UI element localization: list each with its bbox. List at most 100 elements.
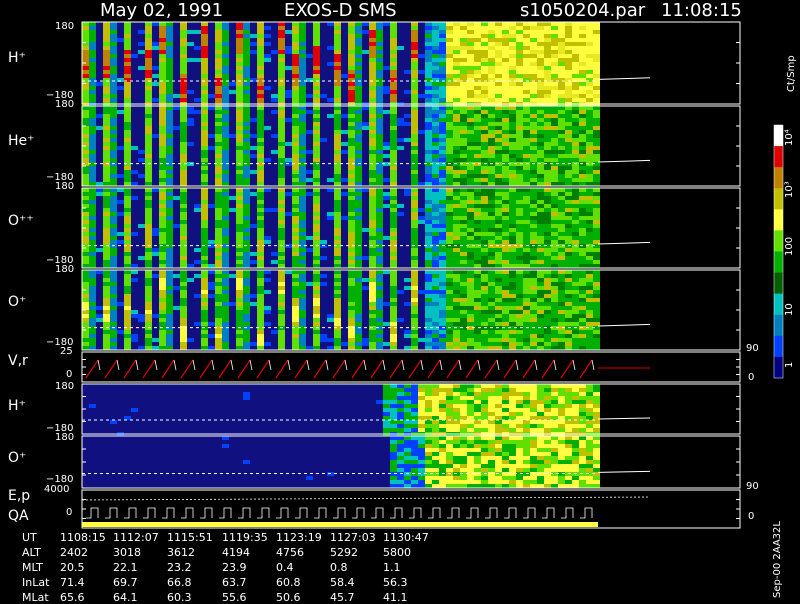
spectrogram-cell	[418, 142, 425, 146]
spectrogram-cell	[418, 146, 425, 150]
spectrogram-cell	[404, 200, 411, 204]
spectrogram-cell	[117, 158, 124, 162]
spectrogram-cell	[509, 146, 516, 150]
spectrogram-cell	[369, 118, 376, 122]
spectrogram-cell	[236, 298, 243, 302]
spectrogram-cell	[474, 46, 481, 50]
spectrogram-cell	[425, 236, 432, 240]
spectrogram-cell	[474, 240, 481, 244]
spectrogram-cell	[481, 224, 488, 228]
spectrogram-cell	[194, 94, 201, 98]
spectrogram-cell	[502, 252, 509, 256]
spectrogram-cell	[481, 66, 488, 70]
spectrogram-cell	[537, 34, 544, 38]
spectrogram-cell	[117, 338, 124, 342]
spectrogram-cell	[453, 86, 460, 90]
spectrogram-cell	[173, 196, 180, 200]
spectrogram-cell	[243, 30, 250, 34]
spectrogram-cell	[572, 22, 579, 26]
spectrogram-cell	[460, 256, 467, 260]
spectrogram-cell	[313, 110, 320, 114]
spectrogram-cell	[145, 208, 152, 212]
spectrogram-cell	[516, 26, 523, 30]
spectrogram-cell	[460, 158, 467, 162]
spectrogram-cell	[264, 38, 271, 42]
spectrogram-cell	[544, 50, 551, 54]
spectrogram-cell	[173, 200, 180, 204]
spectrogram-cell	[432, 208, 439, 212]
spectrogram-cell	[460, 66, 467, 70]
spectrogram-cell	[173, 342, 180, 346]
spectrogram-cell	[509, 216, 516, 220]
spectrogram-cell	[551, 182, 558, 186]
spectrogram-cell	[243, 122, 250, 126]
spectrogram-cell	[145, 30, 152, 34]
spectrogram-cell	[418, 70, 425, 74]
spectrogram-cell	[348, 26, 355, 30]
spectrogram-cell	[397, 142, 404, 146]
spectrogram-cell	[593, 90, 600, 94]
spectrogram-cell	[124, 274, 131, 278]
spectrogram-cell	[551, 240, 558, 244]
spectrogram-cell	[187, 208, 194, 212]
spectrogram-cell	[418, 252, 425, 256]
spectrogram-cell	[481, 34, 488, 38]
spectrogram-cell	[229, 114, 236, 118]
spectrogram-cell	[271, 236, 278, 240]
spectrogram-cell	[383, 166, 390, 170]
spectrogram-cell	[229, 318, 236, 322]
spectrogram-cell	[502, 50, 509, 54]
spectrogram-cell	[187, 204, 194, 208]
spectrogram-cell	[579, 232, 586, 236]
spectrogram-cell	[460, 106, 467, 110]
spectrogram-cell	[376, 216, 383, 220]
spectrogram-cell	[124, 228, 131, 232]
spectrogram-cell	[215, 122, 222, 126]
spectrogram-cell	[446, 50, 453, 54]
spectrogram-cell	[278, 82, 285, 86]
spectrogram-cell	[411, 58, 418, 62]
spectrogram-cell	[355, 204, 362, 208]
spectrogram-cell	[572, 74, 579, 78]
spectrogram-cell	[285, 50, 292, 54]
spectrogram-cell	[236, 346, 243, 350]
spectrogram-cell	[432, 154, 439, 158]
spectrogram-cell	[341, 228, 348, 232]
spectrogram-cell	[502, 260, 509, 264]
spectrogram-cell	[460, 70, 467, 74]
spectrogram-cell	[124, 338, 131, 342]
spectrogram-cell	[362, 188, 369, 192]
spectrogram-cell	[187, 110, 194, 114]
spectrogram-cell	[271, 142, 278, 146]
spectrogram-cell	[411, 182, 418, 186]
spectrogram-cell	[194, 282, 201, 286]
spectrogram-cell	[425, 150, 432, 154]
spectrogram-cell	[397, 178, 404, 182]
spectrogram-cell	[488, 146, 495, 150]
spectrogram-cell	[523, 154, 530, 158]
spectrogram-cell	[509, 42, 516, 46]
spectrogram-cell	[145, 114, 152, 118]
spectrogram-cell	[152, 74, 159, 78]
spectrogram-cell	[117, 278, 124, 282]
spectrogram-cell	[572, 256, 579, 260]
spectrogram-cell	[117, 110, 124, 114]
spectrogram-cell	[376, 94, 383, 98]
spectrogram-cell	[285, 204, 292, 208]
spectrogram-cell	[166, 94, 173, 98]
spectrogram-cell	[250, 178, 257, 182]
spectrogram-cell	[159, 34, 166, 38]
spectrogram-cell	[432, 224, 439, 228]
spectrogram-cell	[397, 86, 404, 90]
spectrogram-cell	[271, 146, 278, 150]
spectrogram-cell	[341, 142, 348, 146]
spectrogram-cell	[390, 208, 397, 212]
spectrogram-cell	[180, 338, 187, 342]
spectrogram-cell	[124, 294, 131, 298]
spectrogram-cell	[264, 26, 271, 30]
spectrogram-cell	[222, 174, 229, 178]
spectrogram-cell	[369, 256, 376, 260]
spectrogram-cell	[432, 138, 439, 142]
spectrogram-cell	[229, 342, 236, 346]
spectrogram-cell	[236, 200, 243, 204]
